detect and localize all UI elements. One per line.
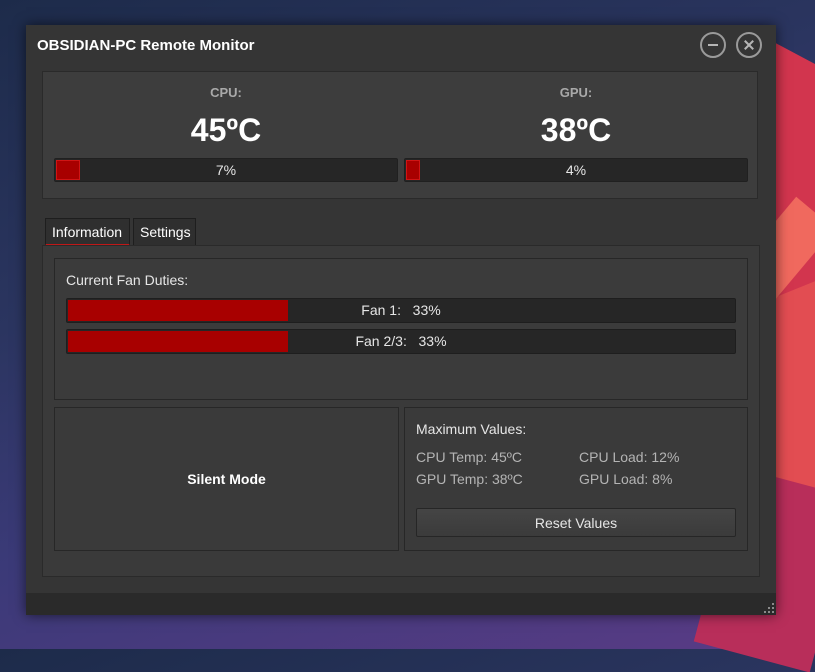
cpu-section: CPU: 45ºC 7% xyxy=(54,72,398,198)
app-window: OBSIDIAN-PC Remote Monitor CPU: 45ºC 7% … xyxy=(26,25,776,615)
information-panel: Current Fan Duties: Fan 1: 33% Fan 2/3: … xyxy=(42,245,760,577)
gpu-load-text: 4% xyxy=(565,162,587,178)
resize-grip-icon[interactable] xyxy=(764,603,774,613)
max-values-title: Maximum Values: xyxy=(416,421,527,437)
fan-duties-group: Current Fan Duties: Fan 1: 33% Fan 2/3: … xyxy=(54,258,748,400)
title-bar[interactable]: OBSIDIAN-PC Remote Monitor xyxy=(26,25,776,67)
tab-settings[interactable]: Settings xyxy=(133,218,196,246)
fan-1-text: Fan 1: 33% xyxy=(361,302,441,318)
cpu-load-bar: 7% xyxy=(54,158,398,182)
reset-values-button[interactable]: Reset Values xyxy=(416,508,736,537)
minimize-icon xyxy=(708,44,718,46)
cpu-label: CPU: xyxy=(210,85,242,100)
mode-box: Silent Mode xyxy=(54,407,399,551)
fan-2-3-text: Fan 2/3: 33% xyxy=(355,333,447,349)
max-gpu-temp: GPU Temp: 38ºC xyxy=(416,471,523,487)
cpu-temperature: 45ºC xyxy=(190,112,262,148)
max-cpu-load: CPU Load: 12% xyxy=(579,449,680,465)
minimize-button[interactable] xyxy=(700,32,726,58)
temperature-panel: CPU: 45ºC 7% GPU: 38ºC 4% xyxy=(42,71,758,199)
fan-duties-title: Current Fan Duties: xyxy=(66,272,189,288)
gpu-section: GPU: 38ºC 4% xyxy=(404,72,748,198)
gpu-load-bar: 4% xyxy=(404,158,748,182)
fan-1-bar: Fan 1: 33% xyxy=(66,298,736,323)
status-bar xyxy=(26,593,776,615)
max-values-box: Maximum Values: CPU Temp: 45ºC GPU Temp:… xyxy=(404,407,748,551)
fan-2-3-bar: Fan 2/3: 33% xyxy=(66,329,736,354)
max-cpu-temp: CPU Temp: 45ºC xyxy=(416,449,523,465)
gpu-label: GPU: xyxy=(559,85,593,100)
max-gpu-load: GPU Load: 8% xyxy=(579,471,673,487)
window-title: OBSIDIAN-PC Remote Monitor xyxy=(37,37,255,54)
gpu-temperature: 38ºC xyxy=(540,112,612,148)
mode-label: Silent Mode xyxy=(187,471,266,487)
tab-information[interactable]: Information xyxy=(45,218,130,246)
cpu-load-text: 7% xyxy=(215,162,237,178)
close-button[interactable] xyxy=(736,32,762,58)
